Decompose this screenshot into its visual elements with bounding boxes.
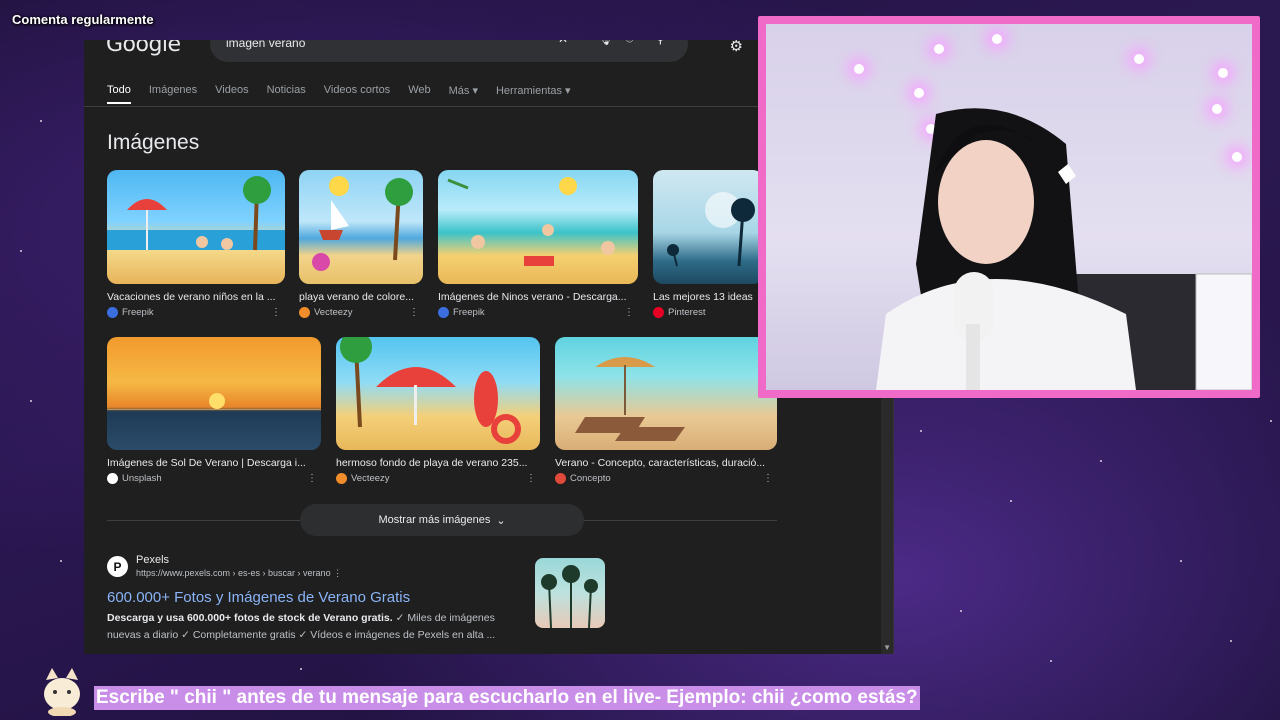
image-caption[interactable]: playa verano de colore... [299,291,423,303]
image-thumbnail[interactable] [438,170,638,284]
source-name: Pinterest [668,307,706,318]
image-caption[interactable]: Imágenes de Ninos verano - Descarga... [438,291,638,303]
image-caption[interactable]: Las mejores 13 ideas [653,291,763,303]
more-options-icon[interactable]: ⋮ [409,307,419,318]
image-result[interactable]: Imágenes de Ninos verano - Descarga... F… [438,170,638,318]
vecteezy-icon [336,473,347,484]
clear-icon[interactable]: ✕ [558,40,568,46]
unsplash-icon [107,473,118,484]
image-thumbnail[interactable] [555,337,777,450]
image-caption[interactable]: Verano - Concepto, características, dura… [555,457,777,469]
more-options-icon[interactable]: ⋮ [624,307,634,318]
search-icon[interactable]: ⚲ [656,40,665,46]
images-section-title: Imágenes [107,131,200,154]
streamer-figure [876,108,1252,390]
pinterest-icon [653,307,664,318]
image-result[interactable]: Las mejores 13 ideas Pinterest [653,170,763,318]
tab-noticias[interactable]: Noticias [267,84,306,104]
tab-todo[interactable]: Todo [107,84,131,104]
image-thumbnail[interactable] [299,170,423,284]
freepik-icon [438,307,449,318]
image-thumbnail[interactable] [653,170,763,284]
freepik-icon [107,307,118,318]
webcam-feed [758,16,1260,398]
search-box[interactable]: imagen verano ✕ 🎙 ⌾ ⚲ [210,40,688,62]
result-header[interactable]: P Pexels https://www.pexels.com › es-es … [107,554,517,579]
image-result[interactable]: Verano - Concepto, características, dura… [555,337,777,484]
image-caption[interactable]: Imágenes de Sol De Verano | Descarga i..… [107,457,321,469]
show-more-images-label: Mostrar más imágenes [378,514,491,526]
image-source: Vecteezy ⋮ [299,307,423,318]
source-name: Vecteezy [351,473,390,484]
result-thumbnail[interactable] [535,558,605,628]
source-name: Freepik [453,307,485,318]
source-name: Concepto [570,473,611,484]
result-description: Descarga y usa 600.000+ fotos de stock d… [107,612,496,641]
image-result[interactable]: Vacaciones de verano niños en la ... Fre… [107,170,285,318]
tab-imagenes[interactable]: Imágenes [149,84,197,104]
image-result[interactable]: Imágenes de Sol De Verano | Descarga i..… [107,337,321,484]
image-caption[interactable]: hermoso fondo de playa de verano 235... [336,457,540,469]
image-source: Vecteezy ⋮ [336,473,540,484]
result-url: https://www.pexels.com › es-es › buscar … [136,568,343,578]
scroll-down-icon[interactable]: ▼ [883,643,891,652]
tab-herramientas[interactable]: Herramientas ▾ [496,84,571,104]
tab-web[interactable]: Web [408,84,430,104]
image-source: Freepik ⋮ [107,307,285,318]
chevron-down-icon: ⌄ [496,514,506,527]
show-more-images-button[interactable]: Mostrar más imágenes ⌄ [300,504,584,536]
result-title-link[interactable]: 600.000+ Fotos y Imágenes de Verano Grat… [107,589,517,606]
search-result: P Pexels https://www.pexels.com › es-es … [107,554,517,644]
image-result[interactable]: playa verano de colore... Vecteezy ⋮ [299,170,423,318]
image-thumbnail[interactable] [107,337,321,450]
image-thumbnail[interactable] [107,170,285,284]
pexels-icon: P [107,556,128,577]
more-options-icon[interactable]: ⋮ [526,473,536,484]
image-result[interactable]: hermoso fondo de playa de verano 235... … [336,337,540,484]
comment-reminder-text: Comenta regularmente [12,12,154,27]
gear-icon[interactable]: ⚙ [730,40,743,55]
lens-icon[interactable]: ⌾ [626,40,633,47]
image-caption[interactable]: Vacaciones de verano niños en la ... [107,291,285,303]
google-logo[interactable]: Google [106,40,181,57]
more-options-icon[interactable]: ⋮ [307,473,317,484]
source-name: Freepik [122,307,154,318]
microphone-icon[interactable]: 🎙 [598,40,613,46]
image-source: Unsplash ⋮ [107,473,321,484]
image-source: Concepto ⋮ [555,473,777,484]
chat-instruction-banner: Escribe " chii " antes de tu mensaje par… [94,686,920,710]
search-input[interactable]: imagen verano [226,40,305,50]
tab-videos-cortos[interactable]: Videos cortos [324,84,390,104]
tab-videos[interactable]: Videos [215,84,248,104]
image-source: Pinterest [653,307,763,318]
more-options-icon[interactable]: ⋮ [271,307,281,318]
tab-mas[interactable]: Más ▾ [449,84,478,104]
result-site-name: Pexels [136,554,170,566]
source-name: Unsplash [122,473,162,484]
cat-mascot-icon [44,668,80,716]
source-name: Vecteezy [314,307,353,318]
vecteezy-icon [299,307,310,318]
image-source: Freepik ⋮ [438,307,638,318]
image-thumbnail[interactable] [336,337,540,450]
concepto-icon [555,473,566,484]
more-options-icon[interactable]: ⋮ [763,473,773,484]
more-options-icon[interactable]: ⋮ [333,568,342,578]
search-tabs: Todo Imágenes Videos Noticias Videos cor… [107,84,589,104]
